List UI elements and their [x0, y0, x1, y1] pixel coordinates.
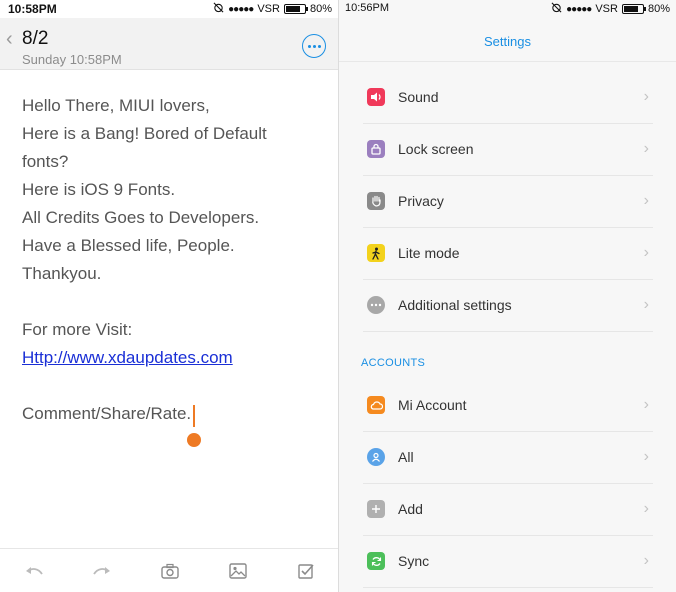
redo-icon[interactable]	[92, 561, 112, 581]
section-header-accounts: ACCOUNTS	[361, 357, 426, 369]
settings-item-mi-account[interactable]: Mi Account ›	[363, 380, 653, 432]
back-chevron-icon[interactable]: ‹	[6, 28, 13, 51]
settings-item-sync[interactable]: Sync ›	[363, 536, 653, 588]
signal-icon: ●●●●●	[228, 3, 254, 15]
chevron-right-icon: ›	[643, 552, 649, 569]
chevron-right-icon: ›	[643, 244, 649, 261]
camera-icon[interactable]	[160, 561, 180, 581]
page-title: Settings	[484, 34, 531, 49]
note-editor-panel: 10:58PM ●●●●● VSR 80% ‹ 8/2 Sunday 10:58…	[0, 0, 338, 592]
cursor-handle[interactable]	[187, 433, 201, 447]
settings-item-add-account[interactable]: Add ›	[363, 484, 653, 536]
sound-icon	[367, 88, 385, 106]
chevron-right-icon: ›	[643, 500, 649, 517]
chevron-right-icon: ›	[643, 140, 649, 157]
note-line: Have a Blessed life, People.	[22, 236, 235, 255]
settings-item-label: Sound	[398, 89, 439, 105]
settings-header: Settings	[339, 18, 676, 62]
battery-icon	[621, 4, 646, 14]
status-bar: 10:56PM ●●●●● VSR 80%	[339, 0, 676, 18]
image-icon[interactable]	[228, 561, 248, 581]
settings-panel: 10:56PM ●●●●● VSR 80% Settings Sound › L…	[338, 0, 676, 592]
battery-level	[285, 6, 301, 12]
editor-toolbar	[0, 548, 338, 592]
settings-item-sound[interactable]: Sound ›	[363, 72, 653, 124]
walk-icon	[367, 244, 385, 262]
note-line: All Credits Goes to Developers.	[22, 208, 260, 227]
more-options-button[interactable]	[302, 34, 326, 58]
text-cursor	[193, 405, 195, 427]
settings-item-label: Additional settings	[398, 297, 512, 313]
settings-item-label: Privacy	[398, 193, 444, 209]
settings-item-privacy[interactable]: Privacy ›	[363, 176, 653, 228]
battery-icon	[283, 4, 308, 14]
alarm-icon	[213, 2, 224, 16]
note-line	[22, 372, 322, 400]
note-line: Here is a Bang! Bored of Default	[22, 124, 267, 143]
chevron-right-icon: ›	[643, 192, 649, 209]
settings-item-additional-settings[interactable]: Additional settings ›	[363, 280, 653, 332]
note-header: ‹ 8/2 Sunday 10:58PM	[0, 18, 338, 70]
chevron-right-icon: ›	[643, 88, 649, 105]
note-line: Thankyou.	[22, 264, 102, 283]
note-line: Hello There, MIUI lovers,	[22, 96, 210, 115]
alarm-icon	[551, 2, 562, 16]
chevron-right-icon: ›	[643, 448, 649, 465]
battery-percent: 80%	[647, 3, 670, 15]
settings-item-lock-screen[interactable]: Lock screen ›	[363, 124, 653, 176]
note-title: 8/2	[22, 28, 49, 49]
note-body[interactable]: Hello There, MIUI lovers, Here is a Bang…	[22, 92, 322, 428]
settings-item-label: Lite mode	[398, 245, 460, 261]
note-link[interactable]: Http://www.xdaupdates.com	[22, 344, 322, 372]
undo-icon[interactable]	[24, 561, 44, 581]
settings-item-label: Lock screen	[398, 141, 474, 157]
chevron-right-icon: ›	[643, 296, 649, 313]
status-indicators: ●●●●● VSR 80%	[551, 2, 670, 16]
note-date: Sunday 10:58PM	[22, 52, 122, 67]
status-bar: 10:58PM ●●●●● VSR 80%	[0, 0, 338, 18]
settings-item-label: Add	[398, 501, 423, 517]
battery-percent: 80%	[309, 3, 332, 15]
sync-icon	[367, 552, 385, 570]
person-icon	[367, 448, 385, 466]
note-line: Comment/Share/Rate.	[22, 404, 192, 423]
settings-item-all-accounts[interactable]: All ›	[363, 432, 653, 484]
more-icon	[367, 296, 385, 314]
status-time: 10:58PM	[8, 2, 57, 16]
carrier-label: VSR	[595, 3, 618, 15]
note-line: For more Visit:	[22, 320, 133, 339]
hand-icon	[367, 192, 385, 210]
carrier-label: VSR	[257, 3, 280, 15]
settings-item-label: Sync	[398, 553, 430, 569]
note-line: fonts?	[22, 152, 69, 171]
status-indicators: ●●●●● VSR 80%	[213, 2, 332, 16]
checklist-icon[interactable]	[296, 561, 316, 581]
note-line	[22, 288, 322, 316]
chevron-right-icon: ›	[643, 396, 649, 413]
status-time: 10:56PM	[345, 2, 390, 14]
signal-icon: ●●●●●	[566, 3, 592, 15]
lock-icon	[367, 140, 385, 158]
note-line: Here is iOS 9 Fonts.	[22, 180, 176, 199]
settings-item-label: Mi Account	[398, 397, 467, 413]
plus-icon	[367, 500, 385, 518]
battery-level	[623, 6, 639, 12]
settings-item-label: All	[398, 449, 414, 465]
settings-item-lite-mode[interactable]: Lite mode ›	[363, 228, 653, 280]
cloud-icon	[367, 396, 385, 414]
